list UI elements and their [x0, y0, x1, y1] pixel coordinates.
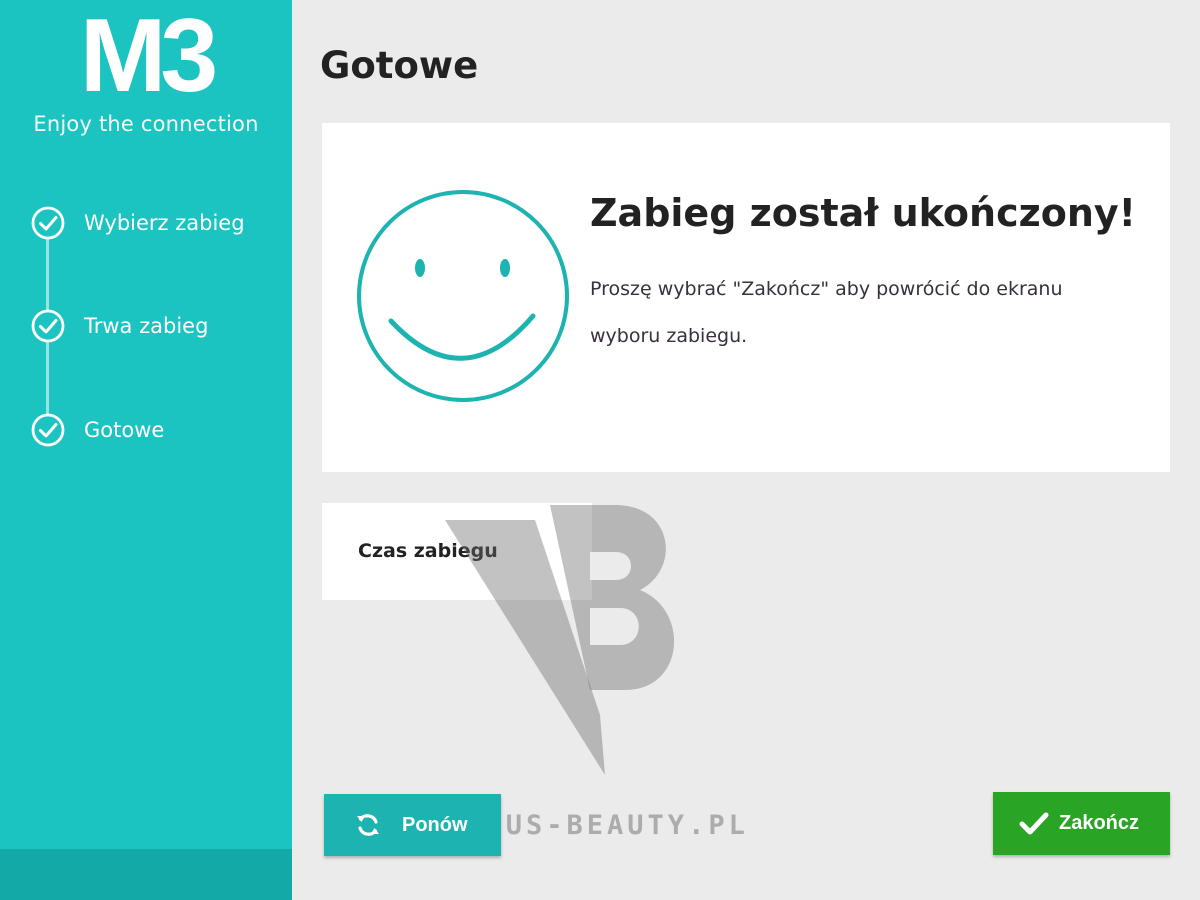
brand: M3 Enjoy the connection	[0, 0, 292, 136]
result-message: Proszę wybrać "Zakończ" aby powrócić do …	[590, 278, 1063, 347]
result-heading: Zabieg został ukończony!	[590, 191, 1136, 235]
refresh-icon	[357, 814, 379, 836]
logo: M3	[79, 0, 218, 114]
treatment-time-card: Czas zabiegu	[322, 503, 592, 600]
tagline: Enjoy the connection	[33, 112, 259, 136]
step-label: Trwa zabieg	[84, 314, 209, 338]
step-label: Gotowe	[84, 418, 165, 442]
step-done: Gotowe	[30, 412, 164, 448]
finish-button-label: Zakończ	[1059, 812, 1140, 834]
page-title: Gotowe	[320, 44, 479, 87]
step-select-treatment: Wybierz zabieg	[30, 205, 245, 241]
sidebar-footer	[0, 849, 292, 900]
check-circle-icon	[31, 309, 65, 343]
step-label: Wybierz zabieg	[84, 211, 245, 235]
result-card: Zabieg został ukończony! Proszę wybrać "…	[322, 123, 1170, 472]
treatment-time-label: Czas zabiegu	[358, 540, 498, 562]
retry-button-label: Ponów	[402, 813, 468, 836]
retry-button[interactable]: Ponów	[324, 794, 501, 856]
check-circle-icon	[31, 206, 65, 240]
smiley-icon	[357, 190, 569, 402]
step-treatment-in-progress: Trwa zabieg	[30, 308, 208, 344]
checkmark-icon	[1019, 812, 1049, 834]
sidebar: M3 Enjoy the connection Wybierz zabieg T…	[0, 0, 292, 900]
finish-button[interactable]: Zakończ	[993, 792, 1170, 855]
check-circle-icon	[31, 413, 65, 447]
